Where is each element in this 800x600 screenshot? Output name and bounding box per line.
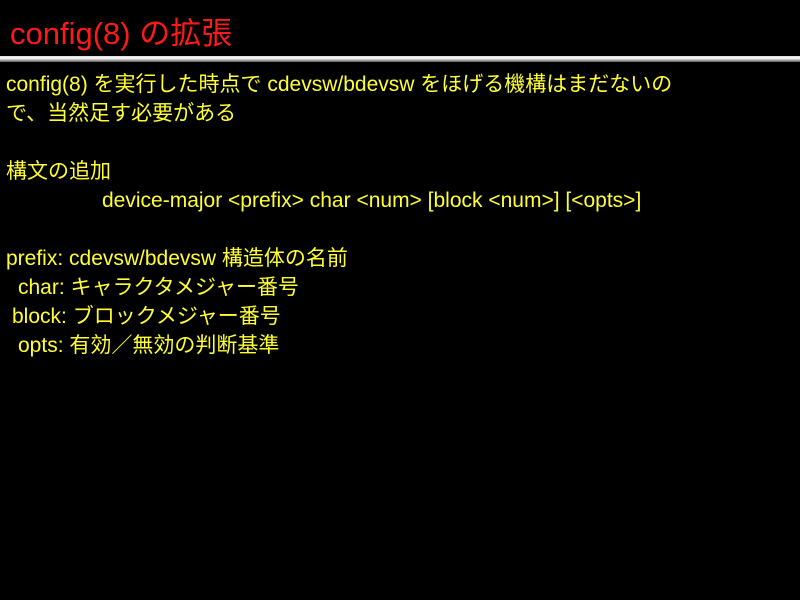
slide-body: config(8) を実行した時点で cdevsw/bdevsw をほげる機構は… <box>6 70 786 360</box>
field-opts: opts: 有効／無効の判断基準 <box>18 334 280 357</box>
syntax-line: device-major <prefix> char <num> [block … <box>102 189 642 212</box>
slide-title: config(8) の拡張 <box>10 16 233 51</box>
field-char: char: キャラクタメジャー番号 <box>18 276 299 299</box>
slide: config(8) の拡張 config(8) を実行した時点で cdevsw/… <box>0 0 800 600</box>
intro-line-1: config(8) を実行した時点で cdevsw/bdevsw をほげる機構は… <box>6 73 673 96</box>
syntax-heading: 構文の追加 <box>6 160 111 183</box>
field-prefix: prefix: cdevsw/bdevsw 構造体の名前 <box>6 247 348 270</box>
title-divider <box>0 56 800 62</box>
intro-line-2: で、当然足す必要がある <box>6 102 237 125</box>
field-block: block: ブロックメジャー番号 <box>12 305 281 328</box>
